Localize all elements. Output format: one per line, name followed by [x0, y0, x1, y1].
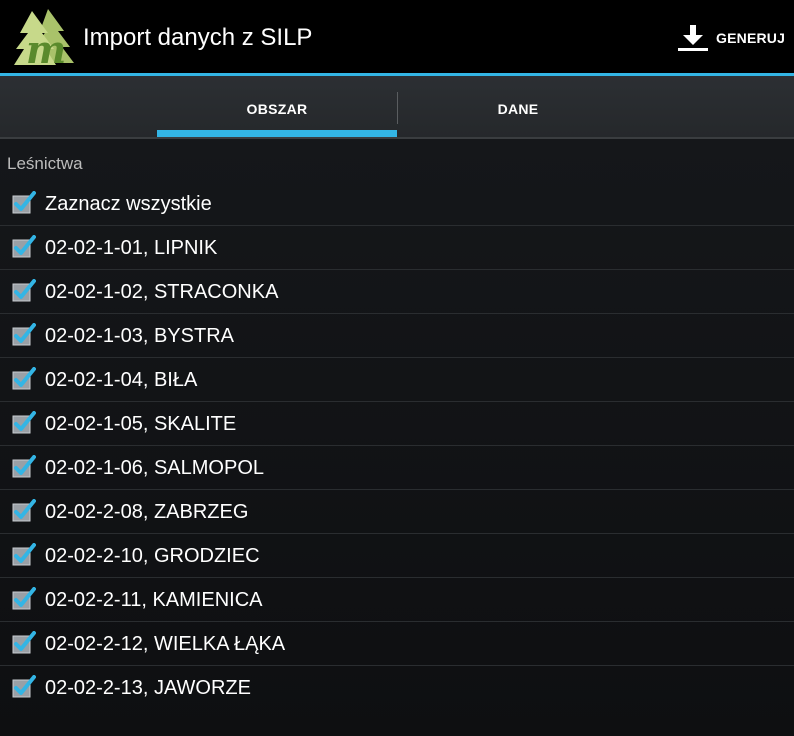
list-item[interactable]: 02-02-2-10, GRODZIEC: [0, 533, 794, 577]
content-area: Leśnictwa Zaznacz wszystkie 02-02-1-01, L…: [0, 139, 794, 736]
list-item[interactable]: 02-02-2-13, JAWORZE: [0, 665, 794, 709]
list-item-label: 02-02-1-03, BYSTRA: [45, 325, 234, 347]
checkbox-checked-icon[interactable]: [12, 279, 36, 303]
tab-dane[interactable]: DANE: [398, 76, 638, 138]
checkbox-checked-icon[interactable]: [12, 411, 36, 435]
generate-label: GENERUJ: [716, 30, 786, 46]
list-item-label: 02-02-1-04, BIŁA: [45, 369, 198, 391]
checkbox-checked-icon[interactable]: [12, 235, 36, 259]
list-item-label: 02-02-2-13, JAWORZE: [45, 677, 251, 699]
checkbox-checked-icon[interactable]: [12, 455, 36, 479]
tab-label: DANE: [497, 101, 539, 117]
list-item[interactable]: 02-02-1-04, BIŁA: [0, 357, 794, 401]
checkbox-checked-icon[interactable]: [12, 543, 36, 567]
app-title: Import danych z SILP: [83, 24, 313, 51]
list-item[interactable]: 02-02-1-02, STRACONKA: [0, 269, 794, 313]
list-item-label: Zaznacz wszystkie: [45, 193, 212, 215]
svg-text:m: m: [26, 27, 66, 67]
checkbox-checked-icon[interactable]: [12, 499, 36, 523]
list-item[interactable]: 02-02-2-12, WIELKA ŁĄKA: [0, 621, 794, 665]
tab-label: OBSZAR: [246, 101, 308, 117]
forest-district-list: Zaznacz wszystkie 02-02-1-01, LIPNIK 02-02…: [0, 182, 794, 709]
checkbox-checked-icon[interactable]: [12, 675, 36, 699]
list-item[interactable]: 02-02-1-06, SALMOPOL: [0, 445, 794, 489]
download-icon: [678, 25, 708, 51]
checkbox-checked-icon[interactable]: [12, 587, 36, 611]
list-item-label: 02-02-1-02, STRACONKA: [45, 281, 279, 303]
tab-divider: [397, 92, 398, 124]
list-item[interactable]: 02-02-2-08, ZABRZEG: [0, 489, 794, 533]
list-item[interactable]: 02-02-1-05, SKALITE: [0, 401, 794, 445]
list-item-label: 02-02-2-11, KAMIENICA: [45, 589, 263, 611]
tab-obszar[interactable]: OBSZAR: [157, 76, 397, 138]
checkbox-checked-icon[interactable]: [12, 323, 36, 347]
section-header: Leśnictwa: [7, 154, 83, 173]
checkbox-checked-icon[interactable]: [12, 191, 36, 215]
list-item-label: 02-02-1-06, SALMOPOL: [45, 457, 264, 479]
list-item-label: 02-02-1-01, LIPNIK: [45, 237, 218, 259]
list-item-label: 02-02-2-08, ZABRZEG: [45, 501, 249, 523]
list-item-label: 02-02-2-10, GRODZIEC: [45, 545, 260, 567]
select-all-row[interactable]: Zaznacz wszystkie: [0, 182, 794, 225]
list-item[interactable]: 02-02-1-01, LIPNIK: [0, 225, 794, 269]
list-item[interactable]: 02-02-2-11, KAMIENICA: [0, 577, 794, 621]
list-item-label: 02-02-1-05, SKALITE: [45, 413, 237, 435]
action-bar: m Import danych z SILP GENERUJ: [0, 0, 794, 73]
generate-button[interactable]: GENERUJ: [666, 0, 794, 73]
list-item-label: 02-02-2-12, WIELKA ŁĄKA: [45, 633, 286, 655]
checkbox-checked-icon[interactable]: [12, 367, 36, 391]
forest-m-logo-icon: m: [14, 9, 74, 67]
checkbox-checked-icon[interactable]: [12, 631, 36, 655]
list-item[interactable]: 02-02-1-03, BYSTRA: [0, 313, 794, 357]
